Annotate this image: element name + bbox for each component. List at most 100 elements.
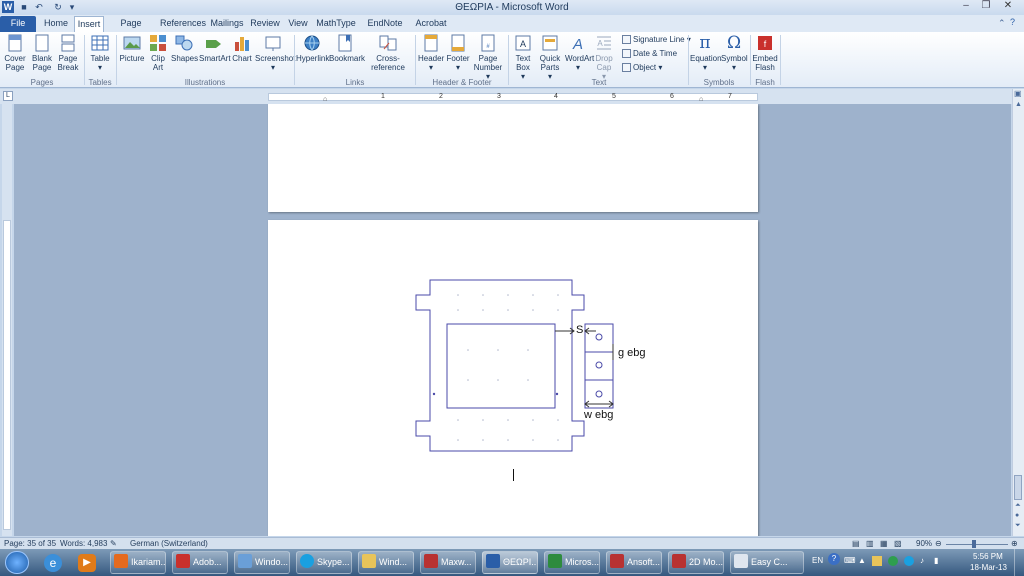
zoom-slider[interactable] <box>946 544 1008 545</box>
language-indicator[interactable]: German (Switzerland) <box>130 539 208 549</box>
taskbar-item-explorer[interactable]: Wind... <box>358 551 414 574</box>
equation-button[interactable]: π Equation ▾ <box>690 34 722 72</box>
taskbar-item-easy[interactable]: Easy C... <box>730 551 804 574</box>
document-area[interactable]: S g ebg w ebg <box>14 104 1011 536</box>
full-screen-icon[interactable]: ▥ <box>866 539 874 549</box>
table-button[interactable]: Table ▾ <box>88 34 112 72</box>
tab-mathtype[interactable]: MathType <box>316 16 356 32</box>
zoom-out-icon[interactable]: ⊖ <box>935 539 942 549</box>
zoom-in-icon[interactable]: ⊕ <box>1011 539 1018 549</box>
screenshot-button[interactable]: Screenshot ▾ <box>255 34 295 72</box>
taskbar-item-adobe[interactable]: Adob... <box>172 551 228 574</box>
embed-flash-button[interactable]: f Embed Flash <box>752 34 778 72</box>
zoom-level[interactable]: 90% <box>916 539 932 549</box>
wordart-button[interactable]: A WordArt ▾ <box>565 34 594 72</box>
vertical-scrollbar[interactable]: ▣ ▲ ▼ ⏶ ● ⏷ <box>1012 89 1024 536</box>
print-layout-icon[interactable]: ▤ <box>852 539 860 549</box>
tab-review[interactable]: Review <box>250 16 280 32</box>
ribbon-separator <box>508 35 509 85</box>
next-page-icon[interactable]: ⏷ <box>1015 522 1021 530</box>
maximize-button[interactable]: ❐ <box>976 0 996 13</box>
taskbar-item-word[interactable]: ΘΕΩΡΙ... <box>482 551 538 574</box>
scrollbar-thumb[interactable] <box>1014 475 1022 500</box>
quick-parts-button[interactable]: Quick Parts ▾ <box>536 34 564 81</box>
tab-mailings[interactable]: Mailings <box>210 16 244 32</box>
indent-marker-icon[interactable]: ⌂ <box>323 96 327 103</box>
taskbar-item-excel[interactable]: Micros... <box>544 551 600 574</box>
ruler-number: 2 <box>439 93 443 100</box>
minimize-button[interactable]: – <box>956 0 976 13</box>
help-tray-icon[interactable]: ? <box>828 553 840 565</box>
blank-page-button[interactable]: Blank Page <box>30 34 54 72</box>
chart-button[interactable]: Chart <box>231 34 253 63</box>
drop-cap-button[interactable]: A Drop Cap ▾ <box>592 34 616 81</box>
page-number-button[interactable]: # Page Number ▾ <box>472 34 504 81</box>
ie-icon[interactable]: e <box>44 554 62 572</box>
word-count[interactable]: Words: 4,983 <box>60 539 107 549</box>
taskbar-item-skype[interactable]: Skype... <box>296 551 352 574</box>
tab-insert[interactable]: Insert <box>74 16 104 32</box>
signature-line-button[interactable]: Signature Line ▾ <box>622 34 691 46</box>
taskbar-item-ansoft[interactable]: Ansoft... <box>606 551 662 574</box>
taskbar-item-firefox[interactable]: Ikariam... <box>110 551 166 574</box>
tab-home[interactable]: Home <box>40 16 72 32</box>
help-icon[interactable]: ? <box>1010 17 1015 27</box>
clock-date[interactable]: 18-Mar-13 <box>970 563 1007 572</box>
language-bar[interactable]: EN <box>812 556 823 565</box>
vertical-ruler-bar[interactable] <box>3 220 11 530</box>
show-desktop-button[interactable] <box>1014 549 1024 576</box>
close-button[interactable]: ✕ <box>998 0 1018 13</box>
hyperlink-button[interactable]: Hyperlink <box>296 34 329 63</box>
bookmark-button[interactable]: Bookmark <box>329 34 365 63</box>
taskbar-item-windows[interactable]: Windo... <box>234 551 290 574</box>
volume-icon[interactable]: ♪ <box>920 556 924 565</box>
footer-button[interactable]: Footer ▾ <box>446 34 470 72</box>
tray-skype-icon[interactable] <box>904 556 914 566</box>
tab-page-layout[interactable]: Page Layout <box>108 16 154 43</box>
picture-button[interactable]: Picture <box>118 34 146 63</box>
keyboard-icon[interactable]: ⌨ <box>844 556 856 565</box>
page-count[interactable]: Page: 35 of 35 <box>4 539 56 549</box>
minimize-ribbon-icon[interactable]: ⌃ <box>998 18 1006 29</box>
group-links-label: Links <box>345 78 365 87</box>
media-player-icon[interactable]: ▶ <box>78 554 96 572</box>
page-break-button[interactable]: Page Break <box>56 34 80 72</box>
previous-page-icon[interactable]: ⏶ <box>1015 502 1021 510</box>
web-layout-icon[interactable]: ▦ <box>880 539 888 549</box>
cross-reference-button[interactable]: Cross-reference <box>362 34 414 72</box>
right-indent-icon[interactable]: ⌂ <box>699 96 703 103</box>
tab-selector[interactable]: L <box>3 91 13 101</box>
cover-page-button[interactable]: Cover Page <box>2 34 28 72</box>
tab-file[interactable]: File <box>0 16 36 32</box>
scroll-up-icon[interactable]: ▲ <box>1015 101 1022 108</box>
symbol-button[interactable]: Ω Symbol ▾ <box>721 34 748 72</box>
smartart-button[interactable]: SmartArt <box>199 34 231 63</box>
page-current[interactable]: S g ebg w ebg <box>268 220 758 536</box>
tab-view[interactable]: View <box>286 16 310 32</box>
object-button[interactable]: Object ▾ <box>622 62 662 74</box>
outline-icon[interactable]: ▧ <box>894 539 902 549</box>
text-box-button[interactable]: A Text Box ▾ <box>511 34 535 81</box>
tab-acrobat[interactable]: Acrobat <box>414 16 448 32</box>
tray-folder-icon[interactable] <box>872 556 882 566</box>
ruler-bar[interactable]: 1 2 3 4 5 6 7 ⌂ ⌂ <box>268 93 758 103</box>
start-button[interactable] <box>5 551 29 574</box>
tray-app-icon[interactable] <box>888 556 898 566</box>
tab-endnote[interactable]: EndNote X5 <box>362 16 408 43</box>
shapes-button[interactable]: Shapes <box>171 34 198 63</box>
browse-object-icon[interactable]: ● <box>1015 512 1019 519</box>
taskbar-item-maxwell[interactable]: Maxw... <box>420 551 476 574</box>
network-icon[interactable]: ▮ <box>934 556 938 565</box>
ruler-toggle-icon[interactable]: ▣ <box>1014 89 1022 98</box>
date-time-button[interactable]: Date & Time <box>622 48 677 60</box>
clip-art-button[interactable]: Clip Art <box>148 34 168 72</box>
show-hidden-icons[interactable]: ▲ <box>858 556 866 565</box>
taskbar-item-2d-model[interactable]: 2D Mo... <box>668 551 724 574</box>
header-button[interactable]: Header ▾ <box>418 34 444 72</box>
zoom-slider-thumb[interactable] <box>972 540 976 548</box>
clock-time[interactable]: 5:56 PM <box>973 552 1003 561</box>
page-previous[interactable] <box>268 104 758 212</box>
tab-references[interactable]: References <box>160 16 206 32</box>
proofing-icon[interactable]: ✎ <box>110 539 117 549</box>
ribbon-separator <box>84 35 85 85</box>
